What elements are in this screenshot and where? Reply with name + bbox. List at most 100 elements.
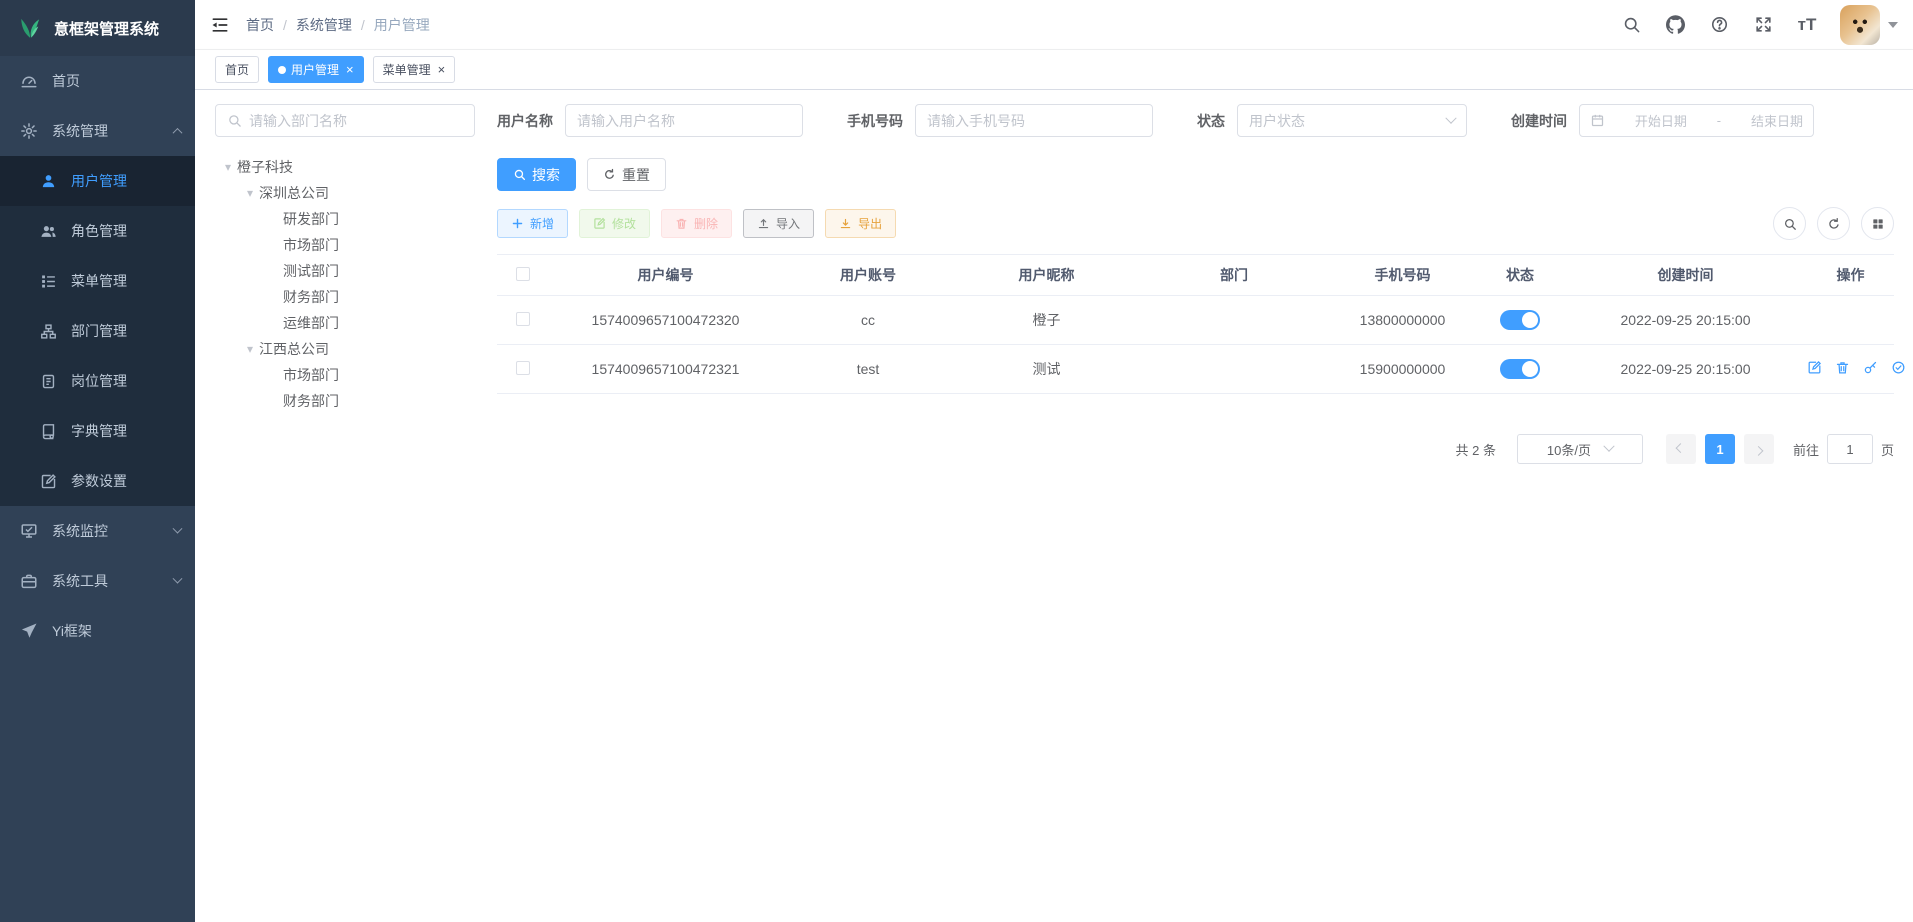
- user-table-panel: 用户名称 手机号码 状态 创建时: [497, 104, 1894, 922]
- table-tools: [1773, 207, 1894, 240]
- import-button[interactable]: 导入: [743, 209, 814, 238]
- date-start-placeholder[interactable]: 开始日期: [1635, 111, 1687, 130]
- fullscreen-icon[interactable]: [1746, 8, 1780, 42]
- sidebar-item-system-tools[interactable]: 系统工具: [0, 556, 195, 606]
- sidebar-item-label: 系统工具: [52, 571, 174, 591]
- status-toggle[interactable]: [1500, 310, 1540, 330]
- breadcrumb-home[interactable]: 首页: [246, 15, 274, 35]
- sidebar-item-system-monitor[interactable]: 系统监控: [0, 506, 195, 556]
- add-button[interactable]: 新增: [497, 209, 568, 238]
- username-input[interactable]: [577, 113, 791, 129]
- close-icon[interactable]: ×: [346, 63, 354, 76]
- status-select[interactable]: [1237, 104, 1467, 137]
- system-submenu: 用户管理 角色管理 菜单管理: [0, 156, 195, 506]
- sidebar-fold-icon[interactable]: [210, 15, 230, 35]
- sidebar-item-label: 字典管理: [71, 421, 181, 441]
- sidebar-item-user-management[interactable]: 用户管理: [0, 156, 195, 206]
- edit-button[interactable]: 修改: [579, 209, 650, 238]
- sidebar-item-label: 系统监控: [52, 521, 174, 541]
- tree-node[interactable]: ▾深圳总公司: [215, 180, 475, 206]
- tab-label: 用户管理: [291, 61, 339, 78]
- cell-nickname: 橙子: [954, 296, 1139, 345]
- sidebar-item-param-settings[interactable]: 参数设置: [0, 456, 195, 506]
- search-button[interactable]: 搜索: [497, 158, 576, 191]
- sidebar-item-dept-management[interactable]: 部门管理: [0, 306, 195, 356]
- table-row[interactable]: 1574009657100472320 cc 橙子 13800000000 20…: [497, 296, 1894, 345]
- row-checkbox[interactable]: [516, 361, 530, 375]
- tree-node[interactable]: ▾江西总公司: [215, 336, 475, 362]
- select-all-checkbox[interactable]: [516, 267, 530, 281]
- date-separator: -: [1717, 113, 1721, 128]
- leaf-logo-icon: [18, 14, 44, 43]
- tree-node[interactable]: 市场部门: [215, 362, 475, 388]
- header-search-icon[interactable]: [1614, 8, 1648, 42]
- sidebar-item-dict-management[interactable]: 字典管理: [0, 406, 195, 456]
- prev-page-button[interactable]: [1666, 434, 1696, 464]
- help-icon[interactable]: [1702, 8, 1736, 42]
- github-icon[interactable]: [1658, 8, 1692, 42]
- column-settings-button[interactable]: [1861, 207, 1894, 240]
- export-button[interactable]: 导出: [825, 209, 896, 238]
- search-icon: [227, 113, 242, 128]
- page-size-select[interactable]: 10条/页: [1517, 434, 1643, 464]
- toggle-search-button[interactable]: [1773, 207, 1806, 240]
- page-number-1[interactable]: 1: [1705, 434, 1735, 464]
- date-end-placeholder[interactable]: 结束日期: [1751, 111, 1803, 130]
- sidebar-item-role-management[interactable]: 角色管理: [0, 206, 195, 256]
- sidebar-item-home[interactable]: 首页: [0, 56, 195, 106]
- col-dept: 部门: [1139, 255, 1329, 296]
- date-range-picker[interactable]: 开始日期 - 结束日期: [1579, 104, 1814, 137]
- user-avatar[interactable]: [1840, 5, 1880, 45]
- logo[interactable]: 意框架管理系统: [0, 0, 195, 56]
- reset-button[interactable]: 重置: [587, 158, 666, 191]
- breadcrumb-system[interactable]: 系统管理: [296, 15, 352, 35]
- tree-node[interactable]: 市场部门: [215, 232, 475, 258]
- delete-button[interactable]: 删除: [661, 209, 732, 238]
- tab-menu-management[interactable]: 菜单管理 ×: [373, 56, 456, 83]
- navbar-actions: тT: [1614, 5, 1898, 45]
- tree-node[interactable]: 运维部门: [215, 310, 475, 336]
- tree-node[interactable]: 测试部门: [215, 258, 475, 284]
- status-select-input[interactable]: [1249, 113, 1440, 129]
- cell-dept: [1139, 296, 1329, 345]
- sidebar-item-label: 岗位管理: [71, 371, 181, 391]
- sidebar-menu: 首页 系统管理 用户管理: [0, 56, 195, 656]
- reset-password-icon[interactable]: [1863, 360, 1878, 375]
- tree-node[interactable]: 研发部门: [215, 206, 475, 232]
- close-icon[interactable]: ×: [438, 63, 446, 76]
- table-row[interactable]: 1574009657100472321 test 测试 15900000000 …: [497, 345, 1894, 394]
- phone-input[interactable]: [927, 113, 1141, 129]
- user-menu[interactable]: [1840, 5, 1898, 45]
- col-created: 创建时间: [1564, 255, 1807, 296]
- phone-label: 手机号码: [847, 111, 903, 131]
- delete-row-icon[interactable]: [1835, 360, 1850, 375]
- goto-page-input[interactable]: [1827, 434, 1873, 464]
- app-title: 意框架管理系统: [54, 18, 159, 39]
- edit-row-icon[interactable]: [1807, 360, 1822, 375]
- caret-down-icon[interactable]: ▾: [241, 186, 259, 200]
- row-checkbox[interactable]: [516, 312, 530, 326]
- sidebar-item-system-management[interactable]: 系统管理: [0, 106, 195, 156]
- tree-node[interactable]: 财务部门: [215, 388, 475, 414]
- col-nickname: 用户昵称: [954, 255, 1139, 296]
- refresh-button[interactable]: [1817, 207, 1850, 240]
- tab-home[interactable]: 首页: [215, 56, 259, 83]
- tree-node[interactable]: 财务部门: [215, 284, 475, 310]
- tree-node[interactable]: ▾橙子科技: [215, 154, 475, 180]
- sidebar-item-yi-framework[interactable]: Yi框架: [0, 606, 195, 656]
- next-page-button[interactable]: [1744, 434, 1774, 464]
- font-size-icon[interactable]: тT: [1790, 8, 1824, 42]
- sidebar-item-menu-management[interactable]: 菜单管理: [0, 256, 195, 306]
- caret-down-icon[interactable]: ▾: [219, 160, 237, 174]
- caret-down-icon[interactable]: ▾: [241, 342, 259, 356]
- status-toggle[interactable]: [1500, 359, 1540, 379]
- dept-search-input[interactable]: [249, 113, 463, 129]
- assign-role-icon[interactable]: [1891, 360, 1906, 375]
- chevron-down-icon: [173, 523, 183, 533]
- tab-user-management[interactable]: 用户管理 ×: [268, 56, 364, 83]
- cell-nickname: 测试: [954, 345, 1139, 394]
- cell-dept: [1139, 345, 1329, 394]
- chevron-up-icon: [173, 127, 183, 137]
- sidebar-item-post-management[interactable]: 岗位管理: [0, 356, 195, 406]
- cell-phone: 13800000000: [1329, 296, 1476, 345]
